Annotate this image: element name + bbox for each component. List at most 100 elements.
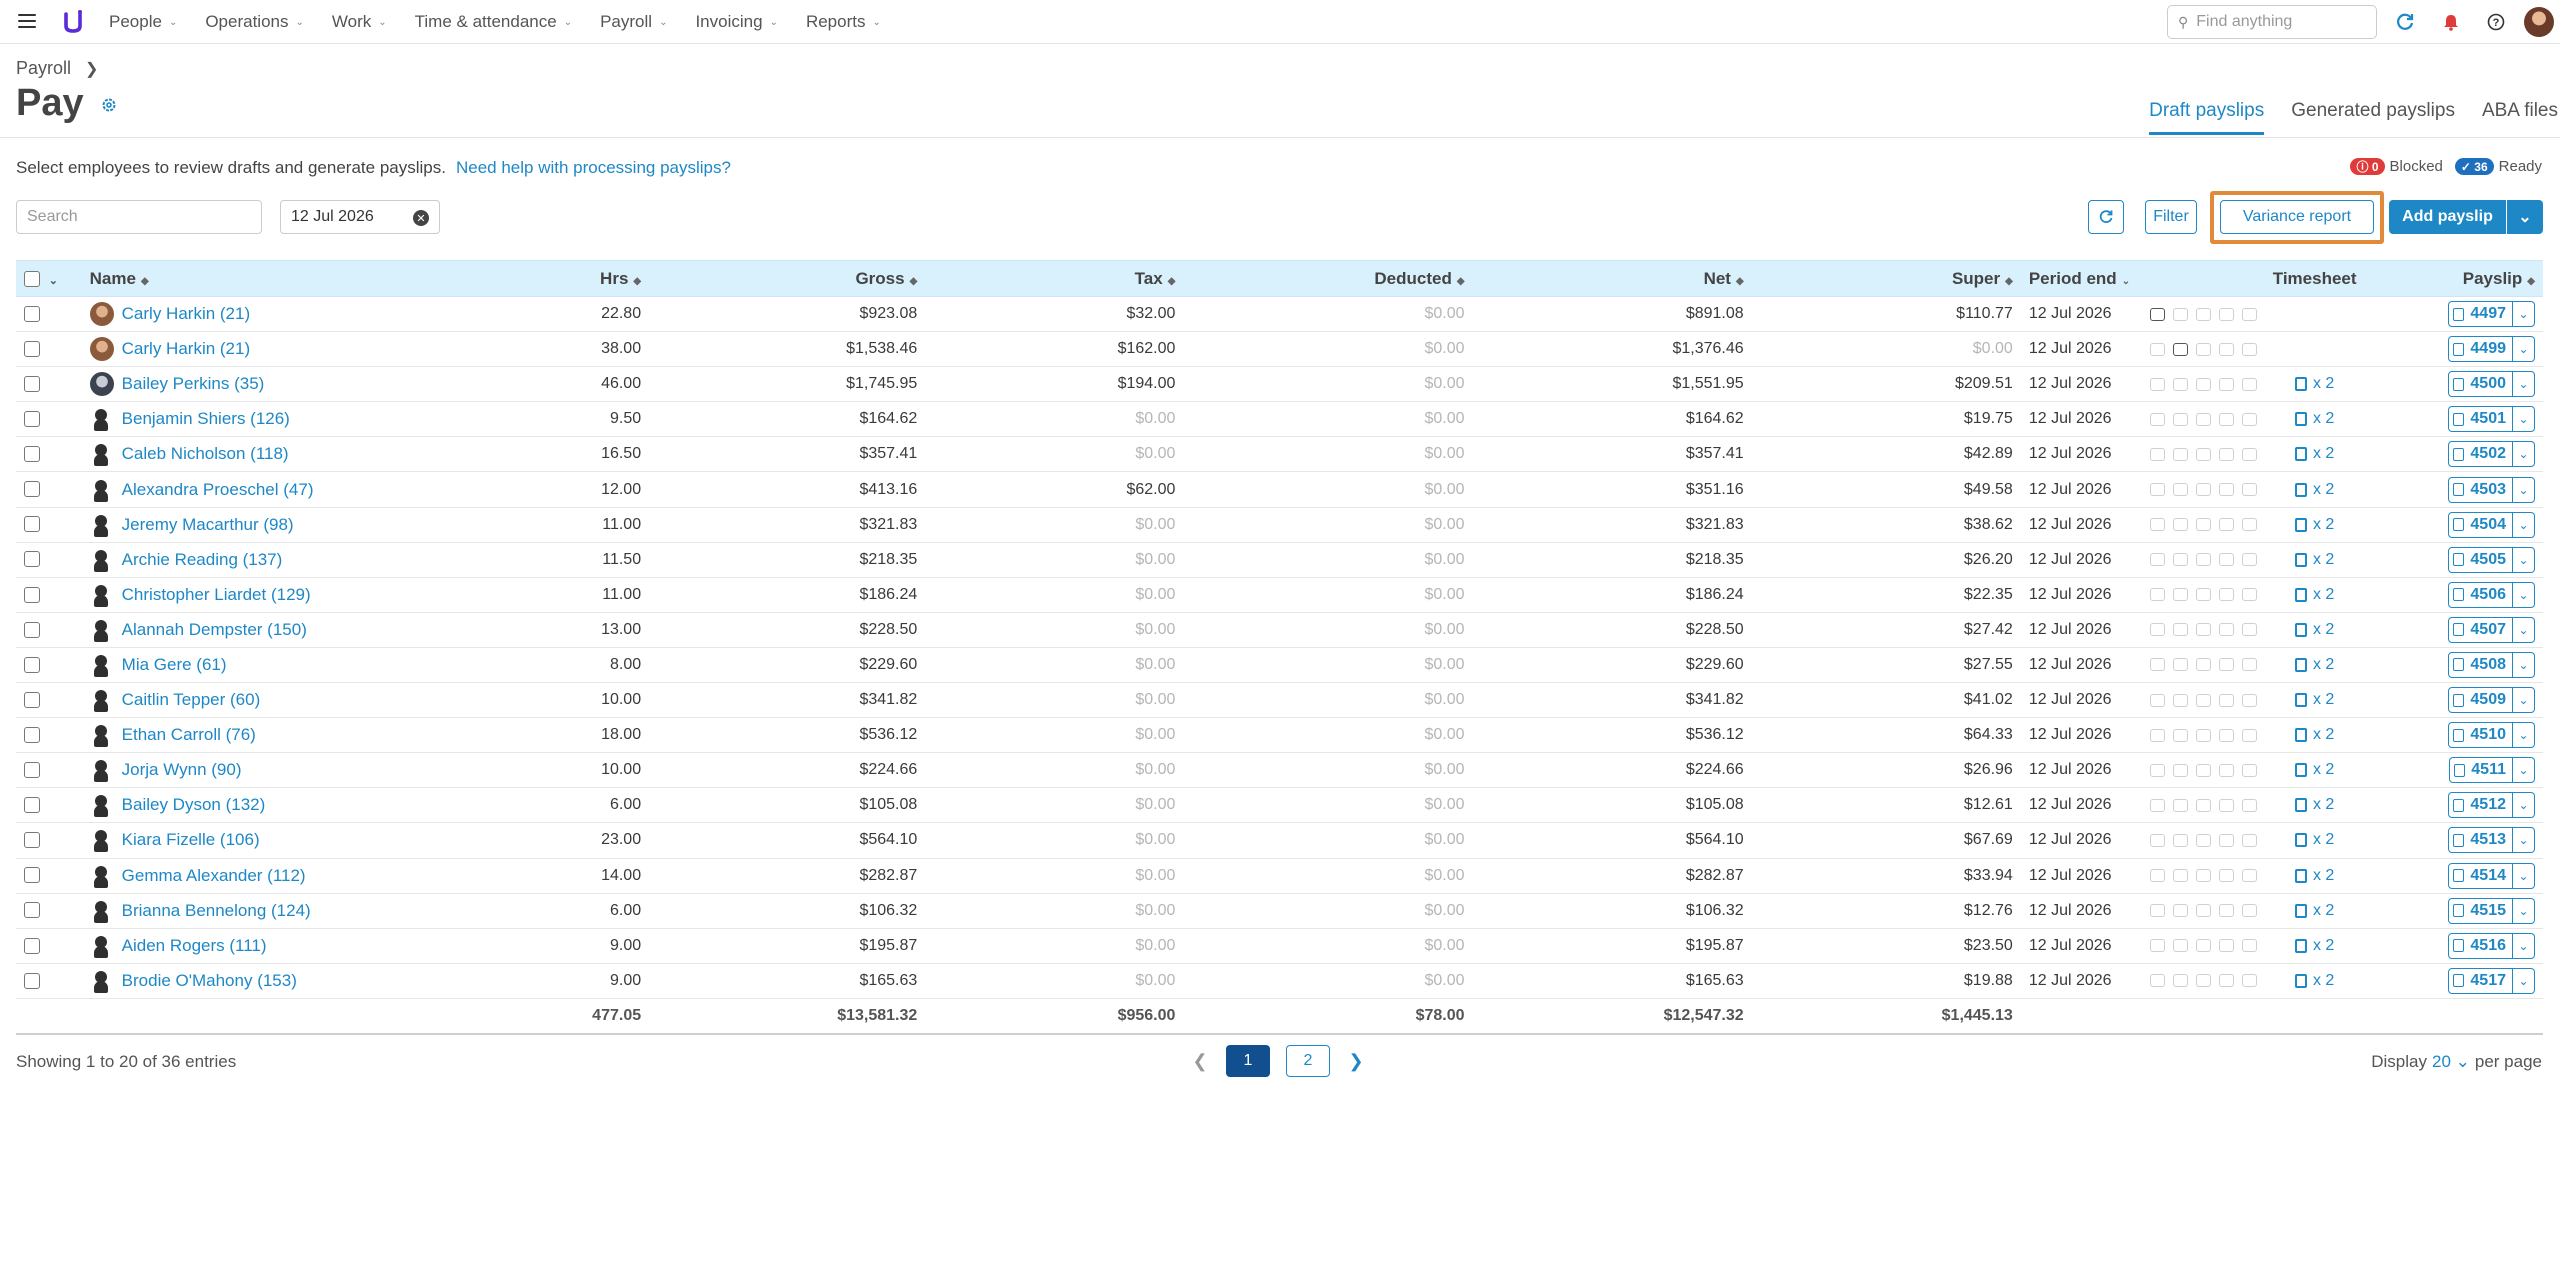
table-search-input[interactable]: Search <box>16 200 262 234</box>
payslip-button[interactable]: 4517 <box>2449 969 2512 993</box>
timesheet-link[interactable]: x 2 <box>2273 867 2357 885</box>
employee-name-link[interactable]: Alexandra Proeschel (47) <box>122 480 314 500</box>
payslip-menu-chevron-icon[interactable]: ⌄ <box>2512 933 2534 958</box>
calendar-icon[interactable] <box>2172 763 2188 777</box>
nav-item-operations[interactable]: Operations ⌄ <box>205 12 304 32</box>
document-icon[interactable] <box>2241 412 2257 426</box>
payslip-button[interactable]: 4511 <box>2450 758 2512 782</box>
payslip-button[interactable]: 4515 <box>2449 899 2512 923</box>
payslip-menu-chevron-icon[interactable]: ⌄ <box>2512 512 2534 537</box>
handshake-icon[interactable] <box>2195 658 2211 672</box>
employee-name-link[interactable]: Aiden Rogers (111) <box>122 936 267 956</box>
calendar-icon[interactable] <box>2172 798 2188 812</box>
row-checkbox[interactable] <box>24 376 40 392</box>
payslip-menu-chevron-icon[interactable]: ⌄ <box>2512 337 2534 362</box>
employee-name-link[interactable]: Brianna Bennelong (124) <box>122 901 311 921</box>
bank-icon[interactable] <box>2218 412 2234 426</box>
row-checkbox[interactable] <box>24 937 40 954</box>
employee-name-link[interactable]: Bailey Dyson (132) <box>122 795 266 815</box>
document-icon[interactable] <box>2241 553 2257 567</box>
gear-icon[interactable] <box>100 96 118 114</box>
handshake-icon[interactable] <box>2195 483 2211 497</box>
handshake-icon[interactable] <box>2195 728 2211 742</box>
bank-icon[interactable] <box>2218 377 2234 391</box>
handshake-icon[interactable] <box>2195 939 2211 953</box>
timesheet-link[interactable]: x 2 <box>2273 796 2357 814</box>
calendar-icon[interactable] <box>2172 447 2188 461</box>
payslip-menu-chevron-icon[interactable]: ⌄ <box>2512 372 2534 397</box>
timesheet-link[interactable]: x 2 <box>2273 516 2357 534</box>
calendar-icon[interactable] <box>2172 904 2188 918</box>
calendar-icon[interactable] <box>2172 307 2188 321</box>
timesheet-link[interactable]: x 2 <box>2273 621 2357 639</box>
bank-icon[interactable] <box>2218 447 2234 461</box>
document-icon[interactable] <box>2241 939 2257 953</box>
timesheet-link[interactable]: x 2 <box>2273 937 2357 955</box>
payslip-button[interactable]: 4505 <box>2449 548 2512 572</box>
payslip-button[interactable]: 4510 <box>2449 723 2512 747</box>
col-super[interactable]: Super ◆ <box>1751 260 2021 297</box>
add-payslip-dropdown[interactable]: ⌄ <box>2507 200 2543 234</box>
help-icon[interactable]: ? <box>2484 10 2508 34</box>
document-icon[interactable] <box>2241 377 2257 391</box>
timesheet-link[interactable]: x 2 <box>2273 375 2357 393</box>
comment-icon[interactable] <box>2149 412 2165 426</box>
payslip-menu-chevron-icon[interactable]: ⌄ <box>2512 688 2534 713</box>
row-checkbox[interactable] <box>24 586 40 603</box>
employee-name-link[interactable]: Alannah Dempster (150) <box>122 620 307 640</box>
employee-name-link[interactable]: Archie Reading (137) <box>122 550 283 570</box>
payslip-button[interactable]: 4506 <box>2449 583 2512 607</box>
employee-name-link[interactable]: Jorja Wynn (90) <box>122 760 242 780</box>
comment-icon[interactable] <box>2149 447 2165 461</box>
bank-icon[interactable] <box>2218 553 2234 567</box>
document-icon[interactable] <box>2241 728 2257 742</box>
help-link[interactable]: Need help with processing payslips? <box>456 158 731 177</box>
calendar-icon[interactable] <box>2172 623 2188 637</box>
handshake-icon[interactable] <box>2195 342 2211 356</box>
row-checkbox[interactable] <box>24 516 40 533</box>
bank-icon[interactable] <box>2218 939 2234 953</box>
col-net[interactable]: Net ◆ <box>1472 260 1752 297</box>
payslip-menu-chevron-icon[interactable]: ⌄ <box>2512 477 2534 502</box>
timesheet-link[interactable]: x 2 <box>2273 445 2357 463</box>
timesheet-link[interactable]: x 2 <box>2273 410 2357 428</box>
handshake-icon[interactable] <box>2195 553 2211 567</box>
document-icon[interactable] <box>2241 307 2257 321</box>
payslip-button[interactable]: 4503 <box>2449 478 2512 502</box>
refresh-icon[interactable] <box>2393 10 2417 34</box>
payslip-button[interactable]: 4516 <box>2449 934 2512 958</box>
comment-icon[interactable] <box>2149 763 2165 777</box>
bank-icon[interactable] <box>2218 833 2234 847</box>
row-checkbox[interactable] <box>24 621 40 638</box>
handshake-icon[interactable] <box>2195 833 2211 847</box>
comment-icon[interactable] <box>2149 518 2165 532</box>
nav-item-payroll[interactable]: Payroll ⌄ <box>600 12 667 32</box>
row-checkbox[interactable] <box>24 656 40 673</box>
bank-icon[interactable] <box>2218 693 2234 707</box>
comment-icon[interactable] <box>2149 693 2165 707</box>
timesheet-link[interactable]: x 2 <box>2273 551 2357 569</box>
document-icon[interactable] <box>2241 447 2257 461</box>
document-icon[interactable] <box>2241 623 2257 637</box>
nav-item-reports[interactable]: Reports ⌄ <box>806 12 881 32</box>
user-avatar[interactable] <box>2524 7 2554 37</box>
calendar-icon[interactable] <box>2172 553 2188 567</box>
calendar-icon[interactable] <box>2172 377 2188 391</box>
row-checkbox[interactable] <box>24 481 40 498</box>
nav-item-invoicing[interactable]: Invoicing ⌄ <box>695 12 778 32</box>
comment-icon[interactable] <box>2149 904 2165 918</box>
payslip-button[interactable]: 4507 <box>2449 618 2512 642</box>
payslip-menu-chevron-icon[interactable]: ⌄ <box>2512 758 2534 783</box>
tab-draft-payslips[interactable]: Draft payslips <box>2149 100 2265 135</box>
payslip-button[interactable]: 4508 <box>2449 653 2512 677</box>
document-icon[interactable] <box>2241 763 2257 777</box>
employee-name-link[interactable]: Caitlin Tepper (60) <box>122 690 261 710</box>
row-checkbox[interactable] <box>24 446 40 463</box>
payslip-menu-chevron-icon[interactable]: ⌄ <box>2512 863 2534 888</box>
comment-icon[interactable] <box>2149 869 2165 883</box>
row-checkbox[interactable] <box>24 726 40 743</box>
timesheet-link[interactable]: x 2 <box>2273 972 2357 990</box>
comment-icon[interactable] <box>2149 728 2165 742</box>
handshake-icon[interactable] <box>2195 869 2211 883</box>
reload-table-button[interactable] <box>2088 200 2124 234</box>
